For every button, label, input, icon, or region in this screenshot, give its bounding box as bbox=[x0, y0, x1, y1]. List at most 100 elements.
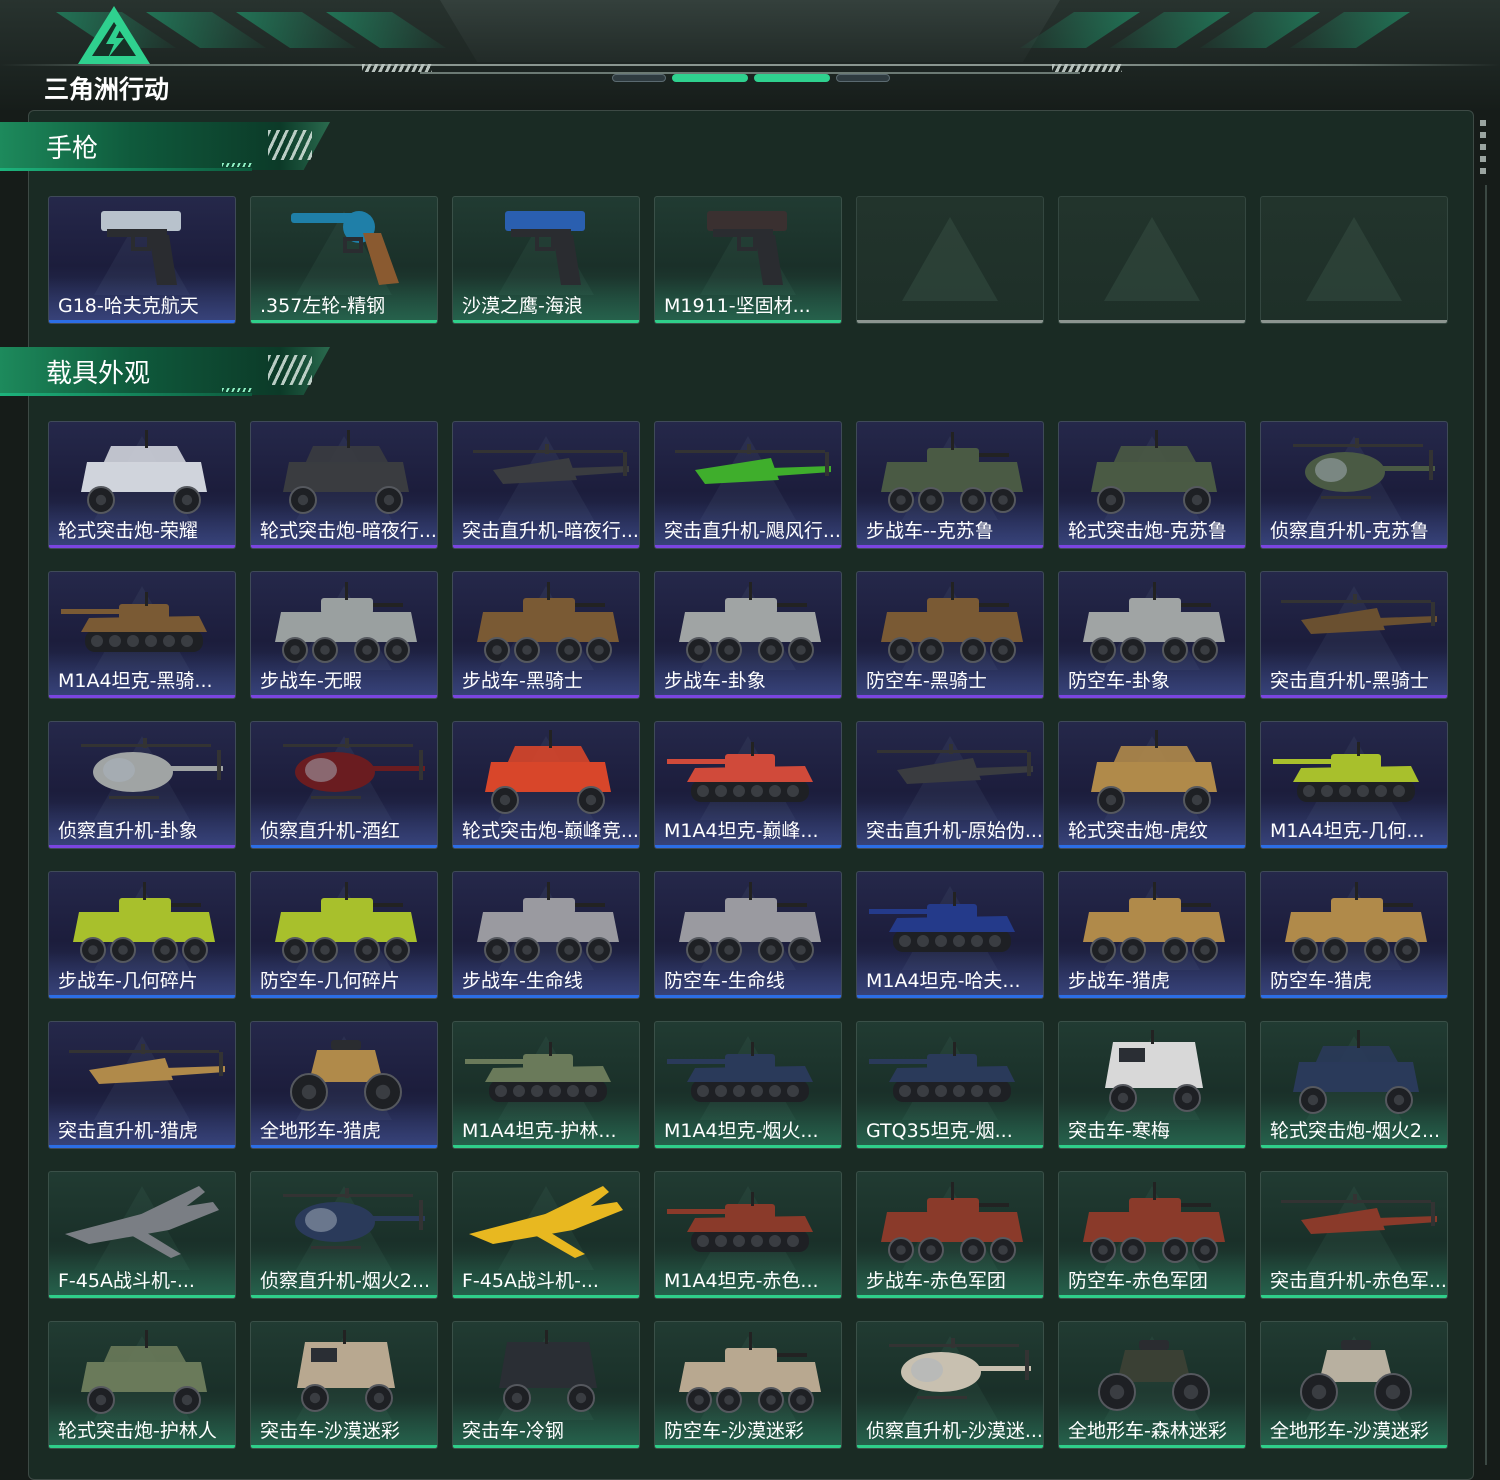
item-card[interactable]: 轮式突击炮-克苏鲁 bbox=[1058, 421, 1246, 549]
item-card[interactable]: 突击直升机-原始伪... bbox=[856, 721, 1044, 849]
item-card[interactable]: 突击直升机-赤色军... bbox=[1260, 1171, 1448, 1299]
item-card[interactable]: 步战车-卦象 bbox=[654, 571, 842, 699]
item-card[interactable]: 突击直升机-猎虎 bbox=[48, 1021, 236, 1149]
item-card[interactable]: 沙漠之鹰-海浪 bbox=[452, 196, 640, 324]
item-name: 全地形车-森林迷彩 bbox=[1068, 1420, 1227, 1442]
item-name: 轮式突击炮-巅峰竞... bbox=[462, 820, 639, 842]
rarity-bar bbox=[1261, 695, 1447, 698]
item-card[interactable]: M1A4坦克-烟火... bbox=[654, 1021, 842, 1149]
tank-icon bbox=[667, 1192, 813, 1252]
rarity-bar bbox=[1261, 1295, 1447, 1298]
rarity-bar bbox=[251, 1145, 437, 1148]
item-name: 轮式突击炮-虎纹 bbox=[1068, 820, 1208, 842]
scrollbar-track[interactable] bbox=[1485, 185, 1487, 1465]
item-card[interactable]: 轮式突击炮-烟火2... bbox=[1260, 1021, 1448, 1149]
atv-icon bbox=[1098, 1340, 1210, 1411]
item-card[interactable]: 防空车-生命线 bbox=[654, 871, 842, 999]
item-name: 步战车-无暇 bbox=[260, 670, 362, 692]
item-card[interactable]: 步战车-黑骑士 bbox=[452, 571, 640, 699]
item-card[interactable]: 防空车-卦象 bbox=[1058, 571, 1246, 699]
item-card[interactable]: 轮式突击炮-虎纹 bbox=[1058, 721, 1246, 849]
item-card[interactable]: M1A4坦克-哈夫... bbox=[856, 871, 1044, 999]
empty-item-slot[interactable] bbox=[1260, 196, 1448, 324]
item-name: 防空车-几何碎片 bbox=[260, 970, 400, 992]
item-name: 步战车-几何碎片 bbox=[58, 970, 198, 992]
item-card[interactable]: M1A4坦克-黑骑... bbox=[48, 571, 236, 699]
rarity-bar bbox=[251, 845, 437, 848]
item-name: 轮式突击炮-克苏鲁 bbox=[1068, 520, 1227, 542]
item-card[interactable]: 突击车-冷钢 bbox=[452, 1321, 640, 1449]
rarity-bar bbox=[1059, 995, 1245, 998]
item-card[interactable]: 防空车-猎虎 bbox=[1260, 871, 1448, 999]
section-title-pistols: 手枪 bbox=[0, 122, 330, 176]
item-card[interactable]: 侦察直升机-沙漠迷... bbox=[856, 1321, 1044, 1449]
rarity-bar bbox=[1059, 845, 1245, 848]
item-card[interactable]: G18-哈夫克航天 bbox=[48, 196, 236, 324]
item-card[interactable]: 突击车-沙漠迷彩 bbox=[250, 1321, 438, 1449]
item-name: 突击车-沙漠迷彩 bbox=[260, 1420, 400, 1442]
item-card[interactable]: GTQ35坦克-烟... bbox=[856, 1021, 1044, 1149]
item-card[interactable]: 轮式突击炮-护林人 bbox=[48, 1321, 236, 1449]
item-card[interactable]: M1A4坦克-赤色... bbox=[654, 1171, 842, 1299]
wheeled-vehicle-icon bbox=[283, 430, 409, 514]
attack-helicopter-icon bbox=[675, 444, 831, 484]
item-card[interactable]: M1911-坚固材... bbox=[654, 196, 842, 324]
rarity-bar bbox=[857, 1445, 1043, 1448]
item-card[interactable]: F-45A战斗机-... bbox=[452, 1171, 640, 1299]
item-card[interactable]: 防空车-沙漠迷彩 bbox=[654, 1321, 842, 1449]
rarity-bar bbox=[857, 845, 1043, 848]
scout-helicopter-icon bbox=[81, 738, 223, 799]
item-card[interactable]: 防空车-黑骑士 bbox=[856, 571, 1044, 699]
item-card[interactable]: F-45A战斗机-... bbox=[48, 1171, 236, 1299]
item-card[interactable]: 全地形车-森林迷彩 bbox=[1058, 1321, 1246, 1449]
item-card[interactable]: M1A4坦克-巅峰... bbox=[654, 721, 842, 849]
attack-helicopter-icon bbox=[1281, 1194, 1437, 1234]
header: 三角洲行动 bbox=[0, 0, 1500, 112]
item-card[interactable]: 侦察直升机-酒红 bbox=[250, 721, 438, 849]
rarity-bar bbox=[655, 320, 841, 323]
item-card[interactable]: 防空车-几何碎片 bbox=[250, 871, 438, 999]
item-card[interactable]: 侦察直升机-卦象 bbox=[48, 721, 236, 849]
item-card[interactable]: M1A4坦克-几何... bbox=[1260, 721, 1448, 849]
section-title-label: 手枪 bbox=[46, 134, 99, 164]
empty-item-slot[interactable] bbox=[856, 196, 1044, 324]
ifv-icon bbox=[1083, 882, 1225, 963]
pistol-icon bbox=[101, 211, 181, 285]
header-divider-inner bbox=[420, 72, 1080, 74]
item-card[interactable]: 步战车-生命线 bbox=[452, 871, 640, 999]
item-card[interactable]: 全地形车-猎虎 bbox=[250, 1021, 438, 1149]
item-card[interactable]: 轮式突击炮-暗夜行... bbox=[250, 421, 438, 549]
item-card[interactable]: 步战车-赤色军团 bbox=[856, 1171, 1044, 1299]
scroll-indicator[interactable] bbox=[1480, 120, 1486, 180]
item-name: 防空车-猎虎 bbox=[1270, 970, 1372, 992]
app-root: 三角洲行动 手枪 载具外观 G18-哈夫克航天 .357左轮-精钢 沙漠之鹰-海… bbox=[0, 0, 1500, 1480]
item-card[interactable]: .357左轮-精钢 bbox=[250, 196, 438, 324]
scout-helicopter-icon bbox=[283, 1188, 425, 1249]
scout-helicopter-icon bbox=[889, 1338, 1031, 1399]
revolver-icon bbox=[291, 211, 399, 285]
item-card[interactable]: M1A4坦克-护林... bbox=[452, 1021, 640, 1149]
item-card[interactable]: 突击直升机-黑骑士 bbox=[1260, 571, 1448, 699]
item-card[interactable]: 防空车-赤色军团 bbox=[1058, 1171, 1246, 1299]
rarity-bar bbox=[251, 1445, 437, 1448]
empty-item-slot[interactable] bbox=[1058, 196, 1246, 324]
rarity-bar bbox=[1261, 545, 1447, 548]
item-card[interactable]: 步战车--克苏鲁 bbox=[856, 421, 1044, 549]
item-card[interactable]: 步战车-几何碎片 bbox=[48, 871, 236, 999]
rarity-bar bbox=[251, 1295, 437, 1298]
item-card[interactable]: 突击直升机-暗夜行... bbox=[452, 421, 640, 549]
item-card[interactable]: 突击直升机-飓风行... bbox=[654, 421, 842, 549]
rarity-bar bbox=[655, 1145, 841, 1148]
item-card[interactable]: 步战车-猎虎 bbox=[1058, 871, 1246, 999]
item-card[interactable]: 突击车-寒梅 bbox=[1058, 1021, 1246, 1149]
item-card[interactable]: 侦察直升机-克苏鲁 bbox=[1260, 421, 1448, 549]
rarity-bar bbox=[1059, 545, 1245, 548]
item-card[interactable]: 轮式突击炮-荣耀 bbox=[48, 421, 236, 549]
delta-logo-icon bbox=[78, 6, 150, 64]
item-card[interactable]: 侦察直升机-烟火2... bbox=[250, 1171, 438, 1299]
item-name: F-45A战斗机-... bbox=[58, 1270, 195, 1292]
item-card[interactable]: 轮式突击炮-巅峰竞... bbox=[452, 721, 640, 849]
rarity-bar bbox=[1059, 320, 1245, 323]
item-card[interactable]: 步战车-无暇 bbox=[250, 571, 438, 699]
item-card[interactable]: 全地形车-沙漠迷彩 bbox=[1260, 1321, 1448, 1449]
